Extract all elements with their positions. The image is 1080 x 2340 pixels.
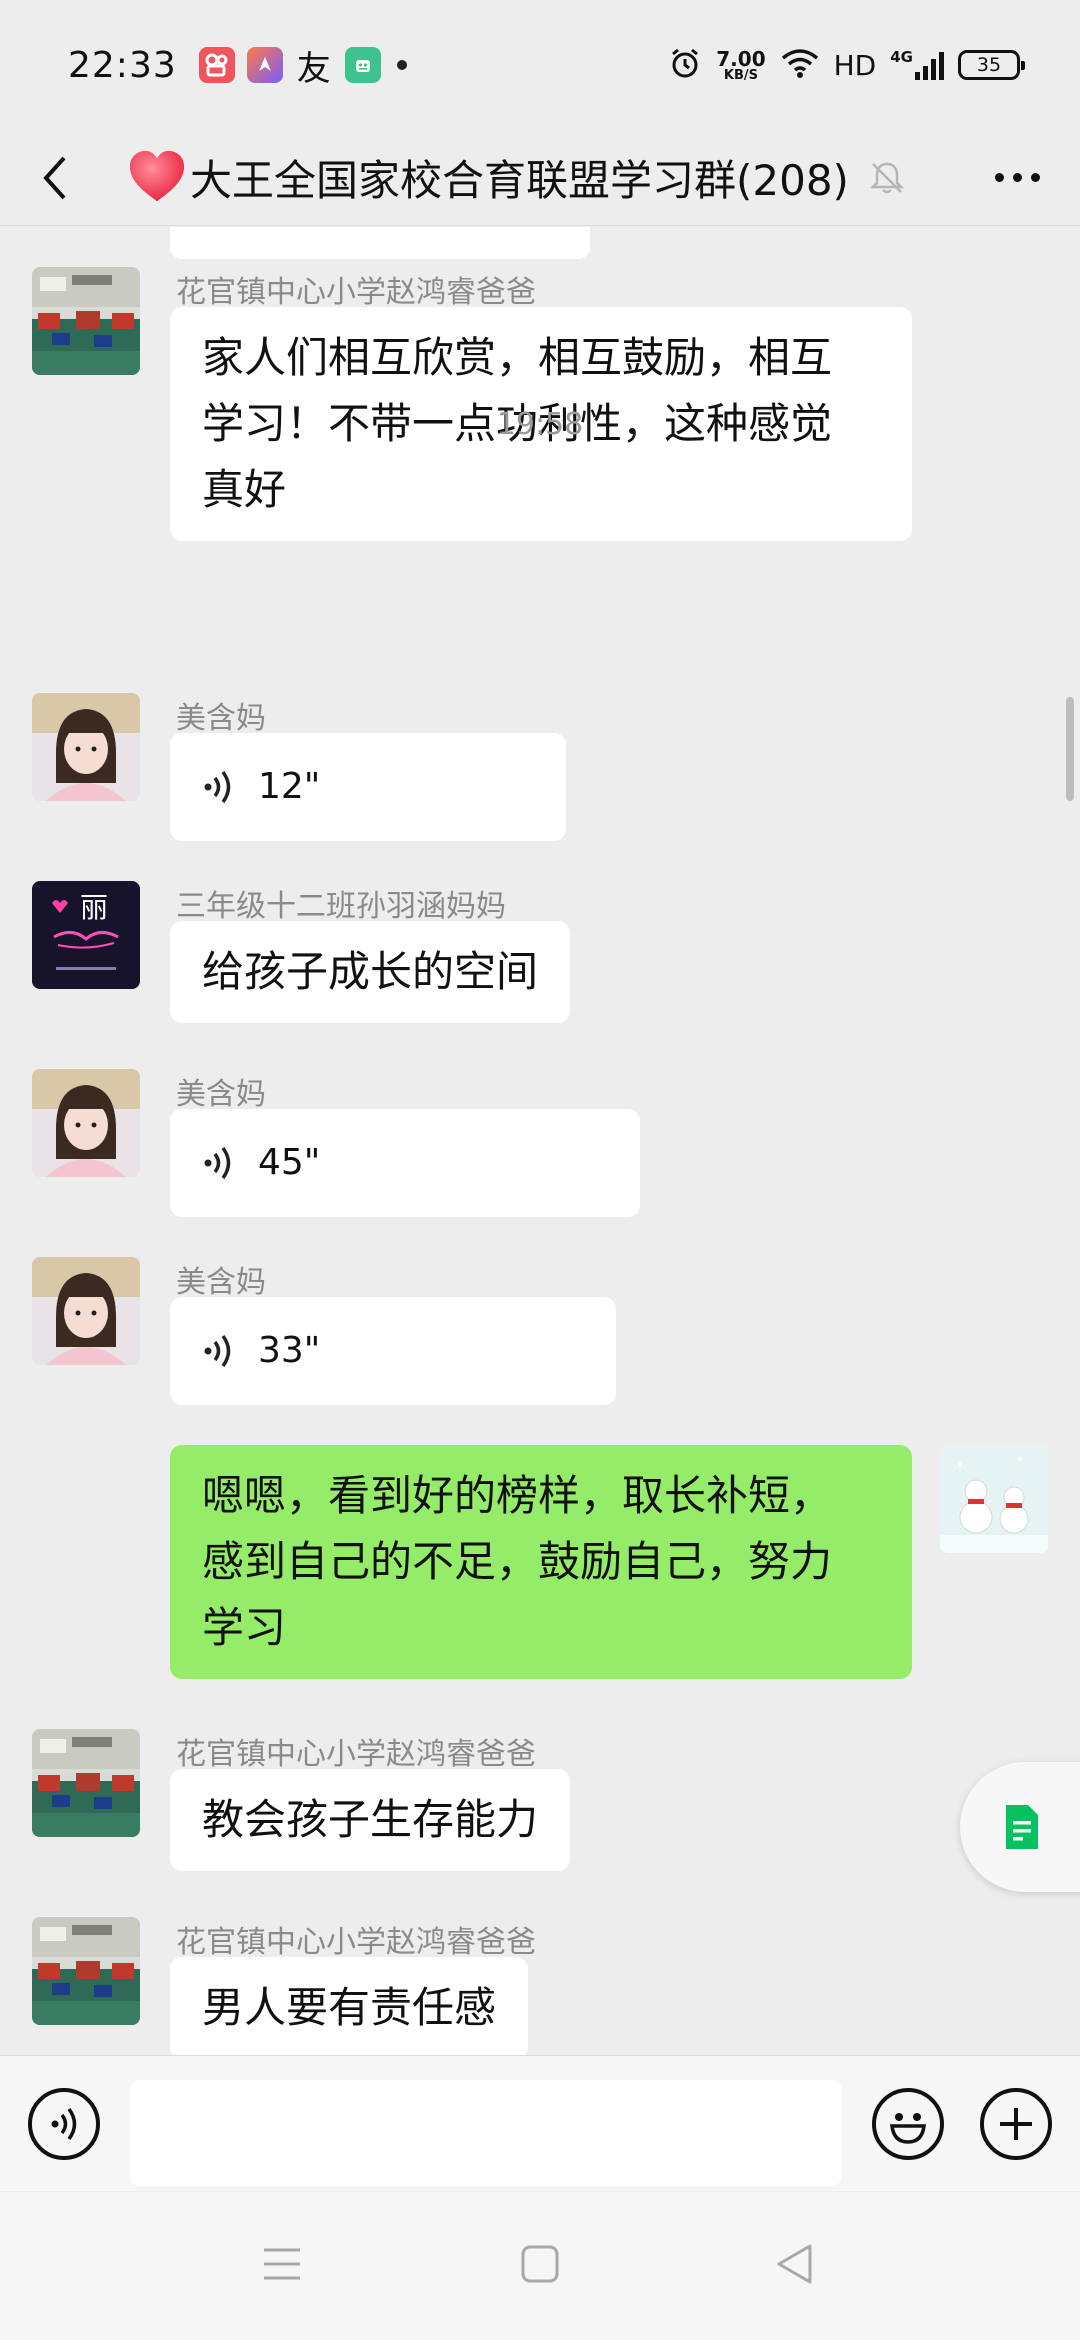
message-input[interactable]	[130, 2080, 842, 2186]
input-bar	[0, 2055, 1080, 2191]
alarm-icon	[668, 46, 702, 84]
emoji-button[interactable]	[872, 2088, 944, 2160]
sender-name: 花官镇中心小学赵鸿睿爸爸	[176, 275, 536, 310]
status-bar: 22:33 友 7.00 KB/S HD 4G 35	[0, 0, 1080, 130]
sender-name: 花官镇中心小学赵鸿睿爸爸	[176, 1925, 536, 1960]
wifi-icon	[780, 47, 820, 83]
my-message-bubble[interactable]: 嗯嗯，看到好的榜样，取长补短， 感到自己的不足，鼓励自己，努力 学习	[170, 1445, 912, 1679]
chat-messages[interactable]: 花官镇中心小学赵鸿睿爸爸 家人们相互欣赏，相互鼓励，相互 学习！不带一点功利性，…	[0, 227, 1080, 2055]
cell-signal-icon: 4G	[890, 50, 944, 80]
voice-message-bubble[interactable]: 45"	[170, 1109, 640, 1217]
avatar-meihan[interactable]	[32, 1257, 140, 1365]
sender-name: 美含妈	[176, 701, 266, 736]
sender-name: 花官镇中心小学赵鸿睿爸爸	[176, 1737, 536, 1772]
bookmark-app-icon	[246, 47, 283, 83]
message-bubble[interactable]: 给孩子成长的空间	[170, 921, 571, 1023]
hd-indicator: HD	[833, 48, 877, 82]
menu-nav-icon[interactable]	[262, 2246, 302, 2282]
voice-duration: 45"	[258, 1142, 321, 1183]
voice-wave-icon	[204, 1334, 231, 1368]
svg-text:丽: 丽	[80, 891, 108, 924]
home-nav-icon[interactable]	[520, 2244, 560, 2284]
chat-header: 大王全国家校合育联盟学习群(208)	[0, 130, 1080, 226]
voice-icon	[51, 2107, 77, 2141]
system-icons: 7.00 KB/S HD 4G 35	[668, 46, 1025, 84]
sender-name: 美含妈	[176, 1265, 266, 1300]
avatar-meihan[interactable]	[32, 1069, 140, 1177]
my-avatar[interactable]	[940, 1445, 1048, 1553]
voice-wave-icon	[204, 1146, 231, 1180]
avatar-sun[interactable]: 丽	[32, 881, 140, 989]
more-functions-button[interactable]	[980, 2088, 1052, 2160]
voice-wave-icon	[204, 770, 231, 804]
document-icon	[1006, 1805, 1038, 1849]
voice-message-bubble[interactable]: 12"	[170, 733, 566, 841]
heart-icon	[129, 150, 185, 201]
sender-name: 三年级十二班孙羽涵妈妈	[176, 889, 506, 924]
voice-duration: 12"	[258, 766, 321, 807]
robot-app-icon	[344, 47, 381, 83]
timestamp: 19:58	[496, 407, 584, 442]
voice-duration: 33"	[258, 1330, 321, 1371]
system-nav-bar	[0, 2192, 1080, 2340]
sender-name: 美含妈	[176, 1077, 266, 1112]
back-button[interactable]	[0, 130, 110, 226]
more-options-button[interactable]	[995, 173, 1040, 182]
mute-bell-icon	[869, 162, 904, 193]
message-bubble[interactable]: 男人要有责任感	[170, 1957, 529, 2055]
kuaishou-icon	[198, 47, 235, 83]
chevron-left-icon	[43, 156, 66, 199]
previous-message-bubble	[170, 227, 590, 259]
network-speed: 7.00 KB/S	[716, 46, 766, 83]
battery-indicator: 35	[958, 50, 1025, 80]
message-bubble[interactable]: 教会孩子生存能力	[170, 1769, 571, 1871]
scrollbar[interactable]	[1066, 697, 1074, 801]
notification-icons: 友	[198, 47, 407, 89]
avatar-zhao[interactable]	[32, 1729, 140, 1837]
avatar-zhao[interactable]	[32, 1917, 140, 2025]
plus-icon	[1000, 2108, 1032, 2140]
text-app-icon: 友	[296, 48, 331, 89]
group-title[interactable]: 大王全国家校合育联盟学习群(208)	[190, 147, 849, 208]
more-notifications-dot	[396, 60, 407, 70]
floating-doc-button[interactable]	[960, 1762, 1080, 1892]
voice-input-button[interactable]	[28, 2088, 100, 2160]
status-time: 22:33	[68, 44, 177, 86]
back-nav-icon[interactable]	[774, 2242, 814, 2286]
avatar-zhao[interactable]	[32, 267, 140, 375]
avatar-meihan[interactable]	[32, 693, 140, 801]
emoji-icon	[890, 2113, 926, 2144]
voice-message-bubble[interactable]: 33"	[170, 1297, 616, 1405]
